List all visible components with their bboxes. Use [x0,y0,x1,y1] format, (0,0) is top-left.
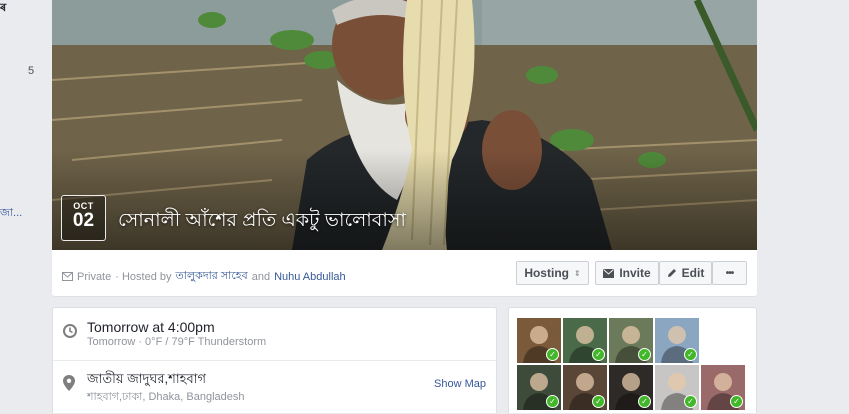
going-check-icon: ✓ [684,348,697,361]
chevron-updown-icon: ⇕ [573,268,581,278]
event-time: Tomorrow at 4:00pm [87,319,215,335]
ellipsis-icon: ••• [725,267,734,279]
sidebar-fragment-top: ৰ [0,2,7,14]
map-pin-icon [63,375,75,391]
invite-label: Invite [619,266,651,280]
guest-avatars-card: ✓ ✓ ✓ ✓ ✓ ✓ ✓ ✓ ✓ [508,307,757,413]
edit-button[interactable]: Edit [659,261,712,285]
going-check-icon: ✓ [592,348,605,361]
guest-avatar[interactable]: ✓ [609,318,653,363]
hosting-button[interactable]: Hosting ⇕ [516,261,589,285]
guest-avatar[interactable]: ✓ [655,318,699,363]
going-check-icon: ✓ [546,348,559,361]
sidebar-count: 5 [28,65,35,77]
going-check-icon: ✓ [730,395,743,408]
host-link-2[interactable]: Nuhu Abdullah [274,271,346,283]
privacy-host-line: Private · Hosted by তালুকদার সাহেব and N… [62,267,346,286]
going-check-icon: ✓ [592,395,605,408]
and-label: and [251,270,271,283]
event-cover-photo[interactable]: OCT 02 সোনালী আঁশের প্রতি একটু ভালোবাসা [52,0,757,250]
event-location-row[interactable]: জাতীয় জাদুঘর,শাহবাগ শাহবাগ,ঢাকা, Dhaka,… [53,361,496,414]
event-title: সোনালী আঁশের প্রতি একটু ভালোবাসা [118,210,406,231]
edit-label: Edit [681,266,705,280]
going-check-icon: ✓ [638,395,651,408]
invite-button[interactable]: Invite [595,261,659,285]
guest-avatar[interactable]: ✓ [655,365,699,410]
hosting-label: Hosting [524,266,569,280]
privacy-label: Private [77,270,112,283]
event-action-bar: Private · Hosted by তালুকদার সাহেব and N… [52,250,757,297]
envelope-icon [62,272,73,281]
guest-avatar[interactable]: ✓ [517,365,561,410]
event-time-row[interactable]: Tomorrow at 4:00pm Tomorrow · 0°F / 79°F… [53,308,496,361]
guest-avatar[interactable]: ✓ [563,318,607,363]
hosted-by-label: · Hosted by [115,270,172,283]
right-gutter [757,0,849,413]
guest-avatar[interactable]: ✓ [701,365,745,410]
envelope-icon [603,268,615,278]
guest-avatar[interactable]: ✓ [563,365,607,410]
host-link-1[interactable]: তালুকদার সাহেব [176,267,248,286]
guest-avatar[interactable]: ✓ [517,318,561,363]
guest-avatar[interactable]: ✓ [609,365,653,410]
event-date-badge: OCT 02 [61,195,106,241]
event-day: 02 [72,210,95,231]
pencil-icon [667,269,676,277]
going-check-icon: ✓ [546,395,559,408]
event-time-weather: Tomorrow · 0°F / 79°F Thunderstorm [87,336,267,348]
sidebar-link-fragment[interactable]: জা... [0,204,22,223]
more-options-button[interactable]: ••• [712,261,747,285]
show-map-link[interactable]: Show Map [434,378,486,390]
going-check-icon: ✓ [684,395,697,408]
left-sidebar: ৰ 5 জা... [0,0,52,413]
going-check-icon: ✓ [638,348,651,361]
event-details-card: Tomorrow at 4:00pm Tomorrow · 0°F / 79°F… [52,307,497,413]
event-address: শাহবাগ,ঢাকা, Dhaka, Bangladesh [87,391,245,403]
clock-icon [63,324,77,338]
